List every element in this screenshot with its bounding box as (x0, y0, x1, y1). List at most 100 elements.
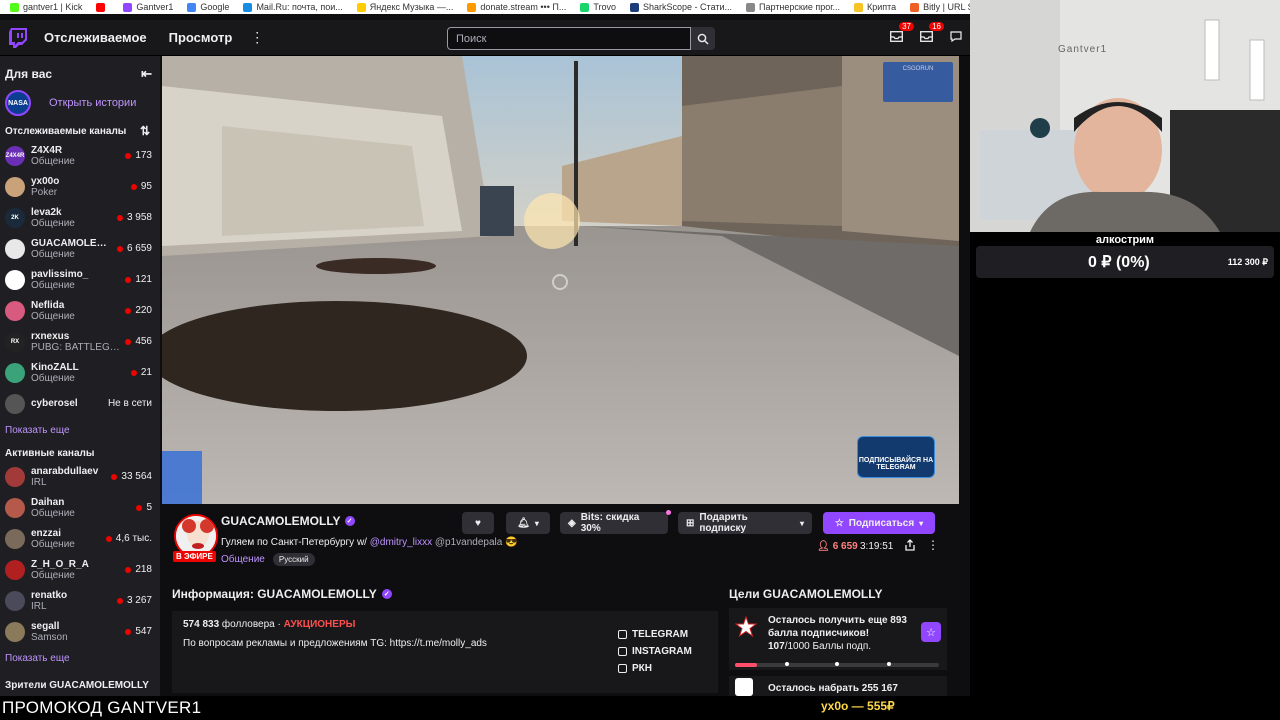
more-options-icon[interactable]: ⋮ (927, 538, 939, 552)
show-more-active[interactable]: Показать еще (0, 647, 160, 668)
follow-button[interactable]: ♥ (462, 512, 494, 534)
sidebar-channel-item[interactable]: RX rxnexus PUBG: BATTLEGR... 456 (0, 326, 160, 357)
channel-avatar: Z4X4R (5, 145, 25, 166)
live-dot-icon (125, 628, 132, 635)
sidebar-channel-item[interactable]: yx00o Poker 95 (0, 171, 160, 202)
channel-text: Z_H_O_R_A Общение (31, 559, 121, 581)
channel-avatar (5, 528, 25, 549)
gift-sub-button[interactable]: ⊞ Подарить подписку ▾ (678, 512, 812, 534)
sidebar-channel-item[interactable]: cyberosel Не в сети (0, 388, 160, 419)
inbox-icon[interactable]: 37 (886, 22, 914, 46)
active-channels-list: anarabdullaev IRL 33 564 Daihan Общение 5 enzz… (0, 461, 160, 647)
sidebar-channel-item[interactable]: Z_H_O_R_A Общение 218 (0, 554, 160, 585)
active-channels-header: Активные каналы (0, 440, 160, 461)
sidebar-channel-item[interactable]: Z4X4R Z4X4R Общение 173 (0, 140, 160, 171)
chat-bubble-icon[interactable] (946, 26, 966, 46)
channel-viewer-count: 95 (140, 181, 152, 192)
goal-subscribe-star-button[interactable]: ☆ (921, 622, 941, 642)
bookmark-favicon-icon (580, 2, 590, 12)
nasa-avatar[interactable]: NASA (5, 90, 31, 116)
sidebar-channel-item[interactable]: Neflida Общение 220 (0, 295, 160, 326)
sidebar-channel-item[interactable]: 2K leva2k Общение 3 958 (0, 202, 160, 233)
stream-category-link[interactable]: Общение (221, 554, 265, 565)
followed-channels-list: Z4X4R Z4X4R Общение 173 yx00o Poker 95 2K leva2k… (0, 140, 160, 419)
bookmark-favicon-icon (910, 2, 920, 12)
nav-browse[interactable]: Просмотр (169, 30, 233, 45)
channel-viewers: 173 (125, 150, 152, 161)
corner-sponsor-badge: CSGORUN (883, 62, 953, 102)
stream-title-text: Гуляем по Санкт-Петербургу w/ (221, 537, 370, 548)
video-player[interactable]: CSGORUN ПОДПИСЫВАЙСЯ НА TELEGRAM (162, 56, 959, 504)
channel-text: Z4X4R Общение (31, 145, 121, 167)
channel-viewer-count: 21 (140, 367, 152, 378)
live-dot-icon (125, 276, 132, 283)
bottom-ticker: ПРОМОКОД GANTVER1 yx0o — 555₽ (0, 696, 1280, 720)
channel-viewer-count: 121 (135, 274, 152, 285)
stream-title-mention[interactable]: @dmitry_lixxx (370, 537, 432, 548)
sidebar-channel-item[interactable]: pavlissimo_ Общение 121 (0, 264, 160, 295)
bookmark-item[interactable]: gantver1 | Kick (10, 2, 82, 12)
show-more-followed[interactable]: Показать еще (0, 419, 160, 440)
bookmark-item[interactable]: Google (187, 2, 229, 12)
social-link[interactable]: РКН (618, 663, 692, 674)
bookmark-label: Bitly | URL Shortene... (923, 2, 970, 12)
bookmark-item[interactable] (96, 2, 109, 12)
social-link[interactable]: TELEGRAM (618, 629, 692, 640)
heart-icon: ♥ (475, 517, 481, 529)
followed-channels-title: Отслеживаемые каналы (5, 125, 127, 137)
team-link[interactable]: АУКЦИОНЕРЫ (284, 619, 356, 630)
share-icon[interactable] (904, 538, 918, 552)
bookmark-item[interactable]: Яндекс Музыка —... (356, 2, 453, 12)
notifications-toggle-button[interactable]: 🔔︎ ▾ (506, 512, 550, 534)
bookmark-item[interactable]: Крипта (853, 2, 896, 12)
sidebar-channel-item[interactable]: KinoZALL Общение 21 (0, 357, 160, 388)
collapse-sidebar-icon[interactable]: ⇤ (141, 66, 152, 82)
channel-name: segall (31, 620, 60, 632)
twitch-logo-icon[interactable] (4, 24, 32, 52)
channel-avatar: 2K (5, 207, 25, 228)
sidebar-channel-item[interactable]: segall Samson 547 (0, 616, 160, 647)
nav-icon-group: 37 16 (886, 22, 966, 46)
streamer-name[interactable]: GUACAMOLEMOLLY ✓ (221, 514, 355, 528)
open-stories-link[interactable]: Открыть истории (49, 97, 136, 109)
sidebar-channel-item[interactable]: GUACAMOLEM... Общение 6 659 (0, 233, 160, 264)
bits-button[interactable]: ◈ Bits: скидка 30% (560, 512, 668, 534)
bookmark-item[interactable]: donate.stream ••• П... (467, 2, 566, 12)
bookmark-label: SharkScope - Стати... (643, 2, 733, 12)
bookmark-item[interactable]: Trovo (580, 2, 616, 12)
stories-row[interactable]: NASA Открыть истории (0, 82, 160, 116)
gift-icon: ⊞ (686, 517, 695, 529)
sidebar-channel-item[interactable]: Daihan Общение 5 (0, 492, 160, 523)
search-button[interactable] (691, 27, 715, 50)
chevron-down-icon: ▾ (919, 518, 924, 528)
channel-category: Общение (31, 372, 75, 384)
search-input[interactable] (447, 27, 691, 50)
channel-text: enzzai Общение (31, 528, 102, 550)
bookmark-item[interactable]: Партнерские прог... (746, 2, 840, 12)
subscribe-button[interactable]: ☆ Подписаться ▾ (823, 512, 935, 534)
telegram-subscribe-badge[interactable]: ПОДПИСЫВАЙСЯ НА TELEGRAM (857, 436, 935, 478)
language-tag[interactable]: Русский (272, 553, 315, 566)
sidebar-channel-item[interactable]: anarabdullaev IRL 33 564 (0, 461, 160, 492)
channel-name: Neflida (31, 299, 65, 311)
more-vertical-icon[interactable]: ⋮ (250, 29, 264, 46)
sidebar-channel-item[interactable]: enzzai Общение 4,6 тыс. (0, 523, 160, 554)
sort-icon[interactable]: ⇅ (140, 124, 150, 138)
bookmark-item[interactable]: Mail.Ru: почта, пои... (243, 2, 343, 12)
bookmark-item[interactable]: SharkScope - Стати... (630, 2, 732, 12)
channel-avatar (5, 269, 25, 290)
channel-text: yx00o Poker (31, 176, 127, 198)
channel-viewer-count: 4,6 тыс. (115, 533, 152, 544)
milestone-dot (835, 662, 839, 666)
subscribe-label: Подписаться (848, 517, 915, 529)
streamer-name-text[interactable]: GUACAMOLEMOLLY (221, 514, 341, 528)
goal-progress-total: /1000 Баллы подп. (784, 641, 872, 652)
bookmark-item[interactable]: Gantver1 (123, 2, 173, 12)
channel-viewers: 220 (125, 305, 152, 316)
nav-following[interactable]: Отслеживаемое (44, 30, 147, 45)
notifications-icon[interactable]: 16 (916, 22, 944, 46)
channel-viewers: 95 (130, 181, 152, 192)
sidebar-channel-item[interactable]: renatko IRL 3 267 (0, 585, 160, 616)
social-link[interactable]: INSTAGRAM (618, 646, 692, 657)
bookmark-item[interactable]: Bitly | URL Shortene... (910, 2, 970, 12)
